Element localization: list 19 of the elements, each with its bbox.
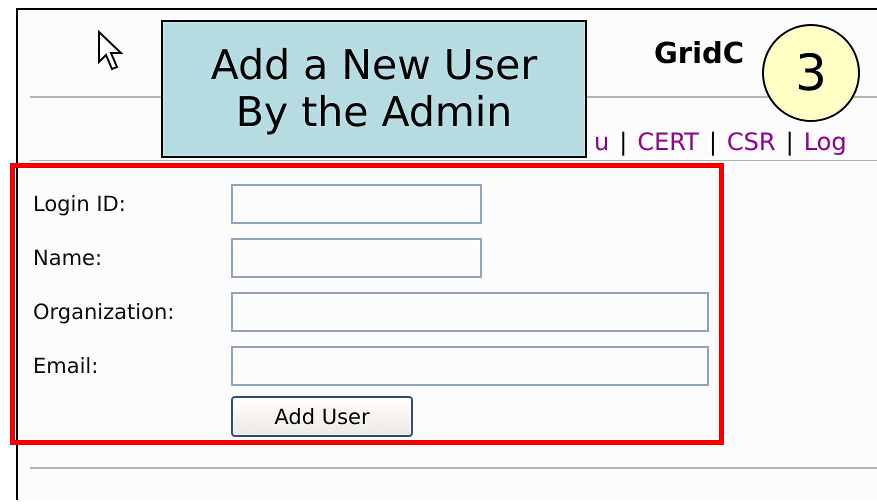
field-label: Name: [33, 246, 104, 270]
nav-link[interactable]: CERT [637, 130, 699, 154]
nav-link[interactable]: Log [804, 130, 847, 154]
nav-separator: | [708, 130, 717, 154]
nav-link[interactable]: CSR [726, 130, 776, 154]
field-label: Login ID: [33, 192, 127, 216]
nav-separator: | [786, 130, 794, 154]
site-title: GridC [654, 36, 744, 70]
field-label: Email: [33, 354, 100, 378]
callout-text: Add a New User [210, 42, 538, 89]
add-user-button[interactable]: Add User [231, 396, 413, 437]
input-field[interactable] [231, 238, 482, 278]
input-field[interactable] [231, 292, 709, 332]
nav-separator: | [619, 130, 628, 154]
callout-text: By the Admin [236, 89, 512, 136]
nav-link[interactable]: u [594, 130, 610, 154]
input-field[interactable] [231, 184, 482, 224]
field-label: Organization: [33, 300, 176, 324]
input-field[interactable] [231, 346, 709, 386]
